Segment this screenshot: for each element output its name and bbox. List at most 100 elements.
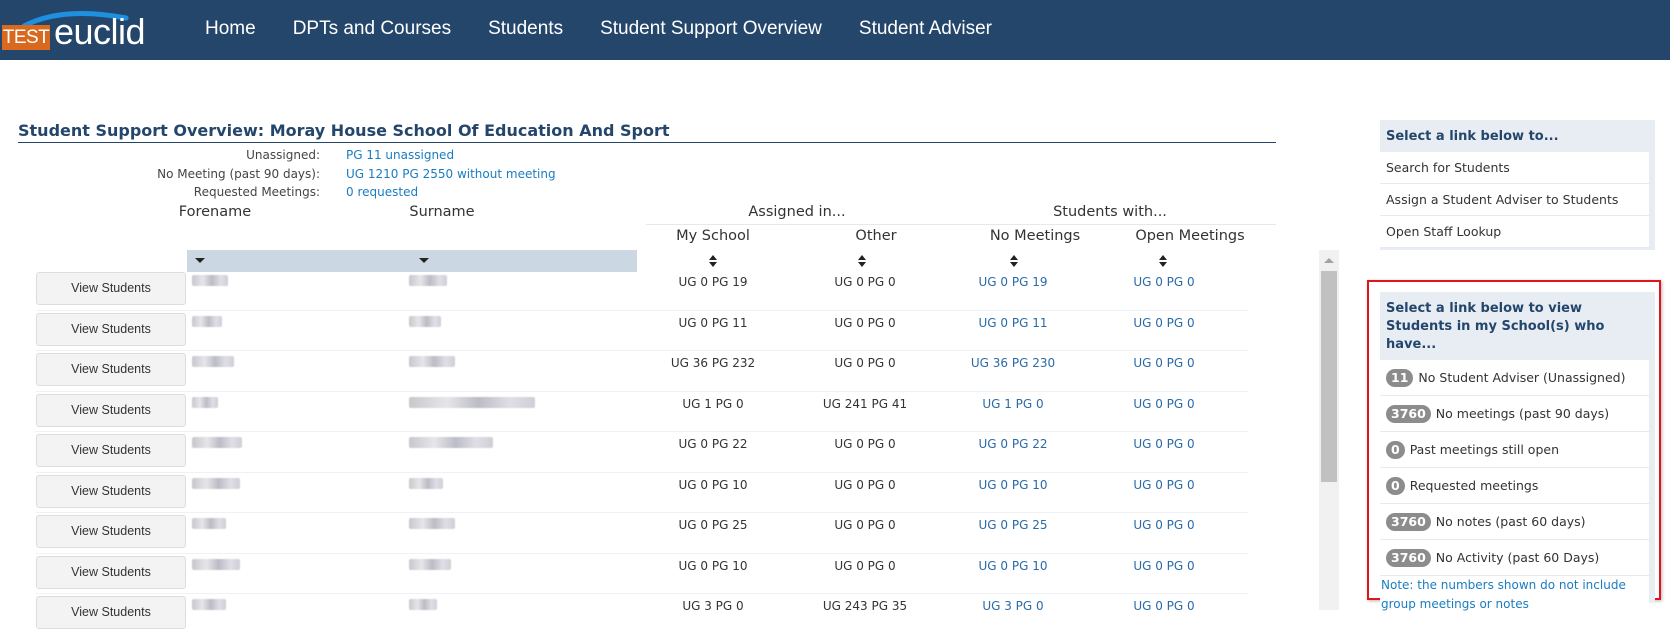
column-header-my-school[interactable]: My School bbox=[638, 228, 788, 244]
table-row: View Students UG 1 PG 0 UG 241 PG 41 UG … bbox=[36, 390, 1248, 434]
table-row: View Students UG 3 PG 0 UG 243 PG 35 UG … bbox=[36, 593, 1248, 636]
link-label: No Student Adviser (Unassigned) bbox=[1418, 370, 1626, 385]
forename-cell bbox=[192, 315, 222, 327]
surname-filter-dropdown-icon[interactable] bbox=[419, 258, 429, 263]
column-header-surname[interactable]: Surname bbox=[392, 204, 492, 220]
other-cell: UG 241 PG 41 bbox=[822, 396, 908, 411]
view-students-button[interactable]: View Students bbox=[36, 515, 186, 548]
open-meetings-link[interactable]: UG 0 PG 0 bbox=[1089, 478, 1239, 492]
no-notes-60-days-link[interactable]: 3760 No notes (past 60 days) bbox=[1380, 504, 1649, 540]
my-school-cell: UG 0 PG 10 bbox=[678, 558, 748, 573]
column-group-assigned: Assigned in... bbox=[748, 204, 846, 220]
open-meetings-link[interactable]: UG 0 PG 0 bbox=[1089, 356, 1239, 370]
open-meetings-link[interactable]: UG 0 PG 0 bbox=[1089, 559, 1239, 573]
row-divider bbox=[36, 431, 1248, 432]
euclid-logo[interactable]: TEST euclid bbox=[2, 8, 154, 52]
unassigned-link[interactable]: PG 11 unassigned bbox=[346, 148, 454, 162]
surname-cell bbox=[409, 518, 455, 529]
sort-open-meetings-icon[interactable] bbox=[1158, 254, 1168, 268]
scrollbar-thumb[interactable] bbox=[1321, 271, 1337, 482]
no-meetings-link[interactable]: UG 0 PG 10 bbox=[938, 478, 1088, 492]
logo-name: euclid bbox=[54, 11, 146, 52]
row-divider bbox=[36, 471, 1248, 473]
sort-no-meetings-icon[interactable] bbox=[1009, 254, 1019, 268]
nav-students[interactable]: Students bbox=[488, 0, 563, 60]
no-meeting-link[interactable]: UG 1210 PG 2550 without meeting bbox=[346, 167, 556, 181]
no-meetings-link[interactable]: UG 0 PG 25 bbox=[938, 518, 1088, 532]
requested-meetings-link-sidebar[interactable]: 0 Requested meetings bbox=[1380, 468, 1649, 504]
nav-student-support-overview[interactable]: Student Support Overview bbox=[600, 0, 822, 60]
nav-student-adviser[interactable]: Student Adviser bbox=[859, 0, 992, 60]
view-students-button[interactable]: View Students bbox=[36, 434, 186, 467]
no-meetings-link[interactable]: UG 0 PG 11 bbox=[938, 316, 1088, 330]
no-meetings-link[interactable]: UG 36 PG 230 bbox=[938, 356, 1088, 370]
past-meetings-open-link[interactable]: 0 Past meetings still open bbox=[1380, 432, 1649, 468]
summary-label: Requested Meetings: bbox=[193, 185, 320, 200]
view-students-button[interactable]: View Students bbox=[36, 393, 186, 427]
my-school-cell: UG 1 PG 0 bbox=[682, 396, 744, 411]
nav-home[interactable]: Home bbox=[205, 0, 256, 60]
surname-cell bbox=[409, 315, 441, 327]
sort-my-school-icon[interactable] bbox=[708, 254, 718, 268]
open-staff-lookup-link[interactable]: Open Staff Lookup bbox=[1380, 216, 1649, 248]
view-students-button[interactable]: View Students bbox=[36, 596, 186, 629]
no-meetings-link[interactable]: UG 3 PG 0 bbox=[938, 599, 1088, 613]
other-cell: UG 0 PG 0 bbox=[834, 356, 896, 370]
my-school-cell: UG 3 PG 0 bbox=[682, 599, 744, 613]
no-meetings-link[interactable]: UG 1 PG 0 bbox=[938, 397, 1088, 411]
search-for-students-link[interactable]: Search for Students bbox=[1380, 152, 1649, 184]
no-student-adviser-link[interactable]: 11 No Student Adviser (Unassigned) bbox=[1380, 360, 1649, 396]
view-students-button[interactable]: View Students bbox=[36, 474, 186, 508]
my-school-cell: UG 0 PG 22 bbox=[678, 437, 748, 451]
surname-cell bbox=[409, 396, 535, 408]
nav-dpts-and-courses[interactable]: DPTs and Courses bbox=[293, 0, 451, 60]
open-meetings-link[interactable]: UG 0 PG 0 bbox=[1089, 397, 1239, 411]
counts-note: Note: the numbers shown do not include g… bbox=[1380, 576, 1649, 613]
open-meetings-link[interactable]: UG 0 PG 0 bbox=[1089, 518, 1239, 532]
my-school-cell: UG 0 PG 19 bbox=[678, 275, 748, 289]
forename-cell bbox=[192, 396, 218, 408]
no-meetings-link[interactable]: UG 0 PG 19 bbox=[938, 275, 1088, 289]
column-header-forename[interactable]: Forename bbox=[160, 204, 270, 220]
open-meetings-link[interactable]: UG 0 PG 0 bbox=[1089, 316, 1239, 330]
table-scrollbar[interactable] bbox=[1319, 250, 1339, 610]
open-meetings-link[interactable]: UG 0 PG 0 bbox=[1089, 599, 1239, 613]
table-row: View Students UG 0 PG 10 UG 0 PG 0 UG 0 … bbox=[36, 471, 1248, 515]
open-meetings-link[interactable]: UG 0 PG 0 bbox=[1089, 437, 1239, 451]
count-badge: 0 bbox=[1386, 440, 1405, 459]
view-students-button[interactable]: View Students bbox=[36, 272, 186, 305]
my-school-cell: UG 0 PG 11 bbox=[678, 315, 748, 330]
column-header-open-meetings[interactable]: Open Meetings bbox=[1115, 228, 1265, 244]
quick-links-panel: Select a link below to... Search for Stu… bbox=[1380, 120, 1655, 250]
forename-filter-dropdown-icon[interactable] bbox=[195, 258, 205, 263]
forename-cell bbox=[192, 356, 234, 367]
logo-test-label: TEST bbox=[2, 25, 50, 50]
view-students-button[interactable]: View Students bbox=[36, 555, 186, 589]
no-meetings-link[interactable]: UG 0 PG 22 bbox=[938, 437, 1088, 451]
column-header-other[interactable]: Other bbox=[801, 228, 951, 244]
row-divider bbox=[36, 390, 1248, 392]
row-divider bbox=[36, 593, 1248, 594]
student-counts-heading: Select a link below to view Students in … bbox=[1386, 301, 1605, 352]
forename-cell bbox=[192, 437, 242, 448]
scroll-up-arrow-icon[interactable] bbox=[1324, 258, 1334, 263]
requested-meetings-link[interactable]: 0 requested bbox=[346, 185, 418, 199]
sort-other-icon[interactable] bbox=[857, 254, 867, 268]
column-header-no-meetings[interactable]: No Meetings bbox=[960, 228, 1110, 244]
column-group-students: Students with... bbox=[1053, 204, 1167, 220]
other-cell: UG 0 PG 0 bbox=[834, 477, 896, 492]
no-meetings-90-days-link[interactable]: 3760 No meetings (past 90 days) bbox=[1380, 396, 1649, 432]
filter-row bbox=[187, 250, 637, 272]
other-cell: UG 0 PG 0 bbox=[834, 275, 896, 289]
assign-student-adviser-link[interactable]: Assign a Student Adviser to Students bbox=[1380, 184, 1649, 216]
view-students-button[interactable]: View Students bbox=[36, 353, 186, 386]
my-school-cell: UG 0 PG 25 bbox=[678, 518, 748, 532]
table-row: View Students UG 0 PG 22 UG 0 PG 0 UG 0 … bbox=[36, 431, 1248, 474]
view-students-button[interactable]: View Students bbox=[36, 312, 186, 346]
open-meetings-link[interactable]: UG 0 PG 0 bbox=[1089, 275, 1239, 289]
other-cell: UG 0 PG 0 bbox=[834, 315, 896, 330]
link-label: No notes (past 60 days) bbox=[1435, 514, 1586, 529]
no-meetings-link[interactable]: UG 0 PG 10 bbox=[938, 559, 1088, 573]
no-activity-60-days-link[interactable]: 3760 No Activity (past 60 Days) bbox=[1380, 540, 1649, 576]
summary-block: Unassigned: PG 11 unassigned No Meeting … bbox=[18, 146, 556, 202]
